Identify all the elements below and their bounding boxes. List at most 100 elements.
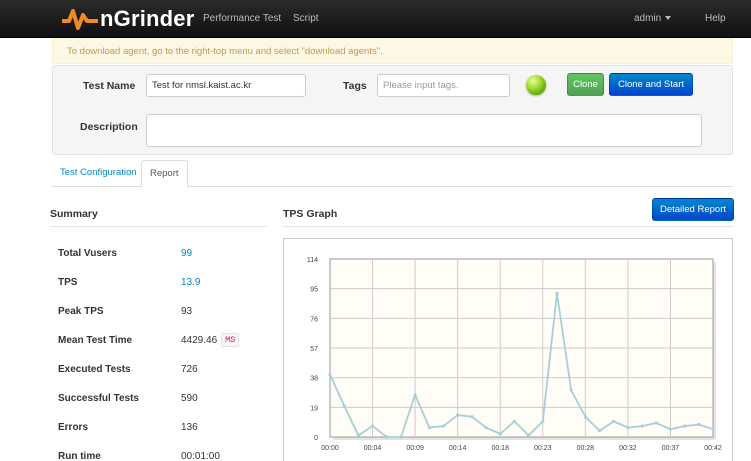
y-tick-label: 38 (310, 376, 318, 383)
nav-help[interactable]: Help (705, 13, 726, 24)
nav-performance-test[interactable]: Performance Test (203, 13, 281, 24)
stat-number: 99 (181, 248, 193, 259)
stat-label: TPS (58, 277, 78, 288)
stat-value: 4429.46 MS (181, 333, 240, 347)
stat-value: 93 (181, 306, 192, 317)
tps-data-point (555, 291, 559, 295)
y-tick-label: 95 (310, 287, 318, 294)
tps-data-point (654, 421, 658, 425)
tps-data-point (456, 413, 460, 417)
y-tick-label: 76 (310, 316, 318, 323)
tps-data-point (484, 426, 488, 430)
tps-data-point (356, 433, 360, 438)
admin-label: admin (634, 13, 662, 24)
stat-value: 136 (181, 422, 198, 433)
tps-data-point (626, 426, 630, 430)
tags-input[interactable] (377, 74, 510, 97)
summary-divider (50, 226, 267, 227)
tps-data-point (597, 429, 602, 433)
y-tick-label: 114 (307, 257, 318, 264)
summary-title: Summary (50, 208, 98, 220)
tps-data-point (498, 432, 502, 436)
tps-data-point (427, 426, 431, 430)
nav-admin-menu[interactable]: admin (634, 13, 672, 24)
tps-data-point (668, 427, 673, 431)
stat-label: Executed Tests (58, 364, 131, 375)
x-tick-label: 00:32 (619, 445, 637, 452)
stat-value[interactable]: 99 (181, 248, 192, 259)
stat-number: 590 (181, 393, 198, 404)
stat-label: Total Vusers (58, 248, 117, 259)
tab-test-configuration[interactable]: Test Configuration (52, 160, 145, 187)
download-agent-alert: To download agent, go to the right-top m… (52, 38, 733, 64)
y-tick-label: 19 (310, 405, 318, 412)
y-tick-label: 57 (310, 346, 318, 353)
clone-button[interactable]: Clone (567, 73, 604, 96)
tps-data-point (512, 419, 517, 423)
y-tick-label: 0 (314, 435, 318, 442)
tps-data-point (385, 435, 389, 439)
tps-data-point (640, 424, 644, 428)
tps-data-point (399, 435, 403, 439)
tps-data-point (583, 415, 587, 419)
tps-data-point (370, 424, 375, 428)
tps-chart: 0 19 38 57 76 95 114 00:00 00:04 00:09 00:14 00:18 0… (307, 257, 722, 452)
test-name-input[interactable] (146, 74, 306, 97)
stat-number: 136 (181, 422, 198, 433)
report-tabs: Test Configuration Report (52, 160, 733, 188)
tps-data-point (711, 427, 715, 431)
x-tick-label: 00:09 (406, 445, 424, 452)
tps-data-point (612, 419, 616, 423)
test-name-label: Test Name (83, 80, 136, 92)
x-tick-label: 00:14 (449, 445, 467, 452)
tps-data-point (441, 424, 446, 428)
brand-logo[interactable]: nGrinder (62, 6, 195, 31)
x-tick-label: 00:18 (491, 445, 509, 452)
nav-script[interactable]: Script (293, 13, 319, 24)
x-tick-label: 00:00 (321, 445, 339, 452)
x-tick-label: 00:04 (364, 445, 382, 452)
tps-data-point (697, 422, 701, 427)
stat-label: Run time (58, 451, 101, 461)
x-tick-label: 00:42 (704, 445, 722, 452)
status-indicator-icon (526, 75, 546, 95)
tps-data-point (342, 404, 346, 408)
tps-graph-divider (283, 226, 733, 227)
stat-value[interactable]: 13.9 (181, 277, 200, 288)
tps-graph-title: TPS Graph (283, 208, 338, 220)
stat-label: Peak TPS (58, 306, 104, 317)
stat-label: Errors (58, 422, 89, 433)
detailed-report-button[interactable]: Detailed Report (652, 198, 734, 221)
stat-label: Mean Test Time (58, 335, 133, 346)
tps-data-point (470, 415, 474, 419)
tps-data-point (413, 393, 417, 397)
description-label: Description (80, 121, 138, 133)
tps-graph-panel: 0 19 38 57 76 95 114 00:00 00:04 00:09 00:14 00:18 0… (283, 238, 733, 461)
stat-number: 4429.46 (181, 335, 218, 346)
stat-value: 726 (181, 364, 198, 375)
description-input[interactable] (146, 114, 702, 147)
tps-data-point (569, 388, 573, 392)
caret-down-icon (665, 16, 672, 21)
top-navbar: nGrinder Performance Test Script admin H… (0, 0, 751, 38)
x-tick-label: 00:28 (577, 445, 595, 452)
stat-label: Successful Tests (58, 393, 139, 404)
tps-data-point (683, 424, 687, 428)
stat-number: 13.9 (181, 277, 201, 288)
brand-name: nGrinder (100, 6, 195, 31)
clone-and-start-button[interactable]: Clone and Start (609, 73, 693, 96)
tps-data-point (541, 419, 545, 423)
ngrinder-wave-icon (62, 9, 98, 30)
tps-data-point (328, 372, 332, 377)
tps-data-point (526, 433, 531, 438)
tab-report[interactable]: Report (141, 160, 188, 188)
stat-number: 00:01:00 (181, 451, 220, 461)
stat-number: 93 (181, 306, 193, 317)
test-form: Test Name Tags Clone Clone and Start Des… (52, 65, 733, 155)
unit-badge: MS (221, 333, 240, 347)
stat-number: 726 (181, 364, 198, 375)
x-tick-label: 00:37 (662, 445, 680, 452)
stat-value: 00:01:00 (181, 451, 220, 461)
tags-label: Tags (343, 80, 367, 92)
x-tick-label: 00:23 (534, 445, 552, 452)
